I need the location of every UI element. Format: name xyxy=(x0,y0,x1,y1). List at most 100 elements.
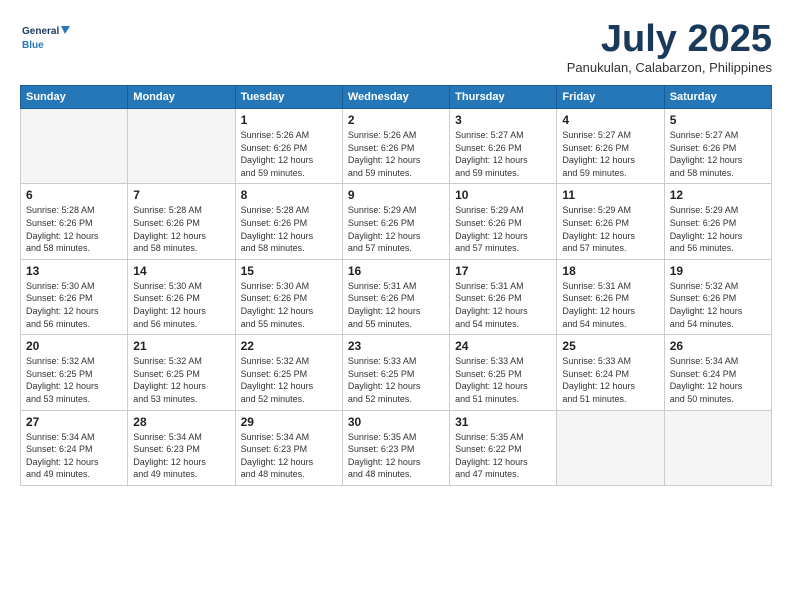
cell-info: Sunrise: 5:32 AM Sunset: 6:25 PM Dayligh… xyxy=(26,355,122,405)
calendar-week-3: 13 Sunrise: 5:30 AM Sunset: 6:26 PM Dayli… xyxy=(21,259,772,334)
cell-info: Sunrise: 5:32 AM Sunset: 6:25 PM Dayligh… xyxy=(241,355,337,405)
cell-info: Sunrise: 5:26 AM Sunset: 6:26 PM Dayligh… xyxy=(348,129,444,179)
calendar-cell: 13 Sunrise: 5:30 AM Sunset: 6:26 PM Dayli… xyxy=(21,259,128,334)
day-number: 24 xyxy=(455,339,551,353)
day-number: 19 xyxy=(670,264,766,278)
day-number: 7 xyxy=(133,188,229,202)
cell-info: Sunrise: 5:30 AM Sunset: 6:26 PM Dayligh… xyxy=(241,280,337,330)
cell-info: Sunrise: 5:30 AM Sunset: 6:26 PM Dayligh… xyxy=(26,280,122,330)
title-area: July 2025 Panukulan, Calabarzon, Philipp… xyxy=(567,20,772,75)
calendar-cell: 6 Sunrise: 5:28 AM Sunset: 6:26 PM Daylig… xyxy=(21,184,128,259)
cell-info: Sunrise: 5:27 AM Sunset: 6:26 PM Dayligh… xyxy=(670,129,766,179)
calendar-week-4: 20 Sunrise: 5:32 AM Sunset: 6:25 PM Dayli… xyxy=(21,335,772,410)
cell-info: Sunrise: 5:33 AM Sunset: 6:24 PM Dayligh… xyxy=(562,355,658,405)
day-number: 5 xyxy=(670,113,766,127)
calendar-cell: 8 Sunrise: 5:28 AM Sunset: 6:26 PM Daylig… xyxy=(235,184,342,259)
cell-info: Sunrise: 5:34 AM Sunset: 6:24 PM Dayligh… xyxy=(670,355,766,405)
cell-info: Sunrise: 5:32 AM Sunset: 6:25 PM Dayligh… xyxy=(133,355,229,405)
calendar-cell: 5 Sunrise: 5:27 AM Sunset: 6:26 PM Daylig… xyxy=(664,109,771,184)
calendar-cell: 3 Sunrise: 5:27 AM Sunset: 6:26 PM Daylig… xyxy=(450,109,557,184)
day-number: 10 xyxy=(455,188,551,202)
calendar-cell: 23Sunrise: 5:33 AM Sunset: 6:25 PM Dayli… xyxy=(342,335,449,410)
day-number: 2 xyxy=(348,113,444,127)
calendar-cell xyxy=(21,109,128,184)
cell-info: Sunrise: 5:30 AM Sunset: 6:26 PM Dayligh… xyxy=(133,280,229,330)
calendar-cell xyxy=(128,109,235,184)
calendar-cell: 31Sunrise: 5:35 AM Sunset: 6:22 PM Dayli… xyxy=(450,410,557,485)
calendar-week-1: 1Sunrise: 5:26 AM Sunset: 6:26 PM Daylig… xyxy=(21,109,772,184)
calendar-cell: 24Sunrise: 5:33 AM Sunset: 6:25 PM Dayli… xyxy=(450,335,557,410)
column-header-friday: Friday xyxy=(557,86,664,109)
day-number: 15 xyxy=(241,264,337,278)
calendar-week-5: 27Sunrise: 5:34 AM Sunset: 6:24 PM Dayli… xyxy=(21,410,772,485)
cell-info: Sunrise: 5:27 AM Sunset: 6:26 PM Dayligh… xyxy=(455,129,551,179)
cell-info: Sunrise: 5:28 AM Sunset: 6:26 PM Dayligh… xyxy=(241,204,337,254)
calendar-cell: 7 Sunrise: 5:28 AM Sunset: 6:26 PM Daylig… xyxy=(128,184,235,259)
day-number: 26 xyxy=(670,339,766,353)
column-header-saturday: Saturday xyxy=(664,86,771,109)
cell-info: Sunrise: 5:28 AM Sunset: 6:26 PM Dayligh… xyxy=(133,204,229,254)
calendar-cell: 28 Sunrise: 5:34 AM Sunset: 6:23 PM Dayli… xyxy=(128,410,235,485)
calendar-cell: 19 Sunrise: 5:32 AM Sunset: 6:26 PM Dayli… xyxy=(664,259,771,334)
cell-info: Sunrise: 5:28 AM Sunset: 6:26 PM Dayligh… xyxy=(26,204,122,254)
day-number: 30 xyxy=(348,415,444,429)
day-number: 22 xyxy=(241,339,337,353)
calendar-cell xyxy=(557,410,664,485)
day-number: 21 xyxy=(133,339,229,353)
logo: General Blue xyxy=(20,20,70,60)
day-number: 23 xyxy=(348,339,444,353)
calendar-cell: 18Sunrise: 5:31 AM Sunset: 6:26 PM Dayli… xyxy=(557,259,664,334)
day-number: 17 xyxy=(455,264,551,278)
day-number: 14 xyxy=(133,264,229,278)
day-number: 6 xyxy=(26,188,122,202)
cell-info: Sunrise: 5:31 AM Sunset: 6:26 PM Dayligh… xyxy=(562,280,658,330)
calendar-cell: 16 Sunrise: 5:31 AM Sunset: 6:26 PM Dayli… xyxy=(342,259,449,334)
calendar-cell: 25 Sunrise: 5:33 AM Sunset: 6:24 PM Dayli… xyxy=(557,335,664,410)
calendar-cell: 17 Sunrise: 5:31 AM Sunset: 6:26 PM Dayli… xyxy=(450,259,557,334)
calendar-cell: 21 Sunrise: 5:32 AM Sunset: 6:25 PM Dayli… xyxy=(128,335,235,410)
calendar-cell: 1Sunrise: 5:26 AM Sunset: 6:26 PM Daylig… xyxy=(235,109,342,184)
column-header-sunday: Sunday xyxy=(21,86,128,109)
calendar-cell: 14 Sunrise: 5:30 AM Sunset: 6:26 PM Dayli… xyxy=(128,259,235,334)
svg-text:Blue: Blue xyxy=(22,40,44,51)
cell-info: Sunrise: 5:34 AM Sunset: 6:23 PM Dayligh… xyxy=(241,431,337,481)
calendar-cell: 12Sunrise: 5:29 AM Sunset: 6:26 PM Dayli… xyxy=(664,184,771,259)
calendar-cell: 4 Sunrise: 5:27 AM Sunset: 6:26 PM Daylig… xyxy=(557,109,664,184)
cell-info: Sunrise: 5:27 AM Sunset: 6:26 PM Dayligh… xyxy=(562,129,658,179)
day-number: 8 xyxy=(241,188,337,202)
calendar-week-2: 6 Sunrise: 5:28 AM Sunset: 6:26 PM Daylig… xyxy=(21,184,772,259)
calendar-cell: 15 Sunrise: 5:30 AM Sunset: 6:26 PM Dayli… xyxy=(235,259,342,334)
day-number: 28 xyxy=(133,415,229,429)
calendar-table: SundayMondayTuesdayWednesdayThursdayFrid… xyxy=(20,85,772,486)
calendar-cell: 27Sunrise: 5:34 AM Sunset: 6:24 PM Dayli… xyxy=(21,410,128,485)
day-number: 25 xyxy=(562,339,658,353)
day-number: 29 xyxy=(241,415,337,429)
calendar-cell: 22 Sunrise: 5:32 AM Sunset: 6:25 PM Dayli… xyxy=(235,335,342,410)
day-number: 9 xyxy=(348,188,444,202)
calendar-cell xyxy=(664,410,771,485)
calendar-cell: 9 Sunrise: 5:29 AM Sunset: 6:26 PM Daylig… xyxy=(342,184,449,259)
month-title: July 2025 xyxy=(567,20,772,58)
svg-text:General: General xyxy=(22,26,59,37)
cell-info: Sunrise: 5:29 AM Sunset: 6:26 PM Dayligh… xyxy=(562,204,658,254)
cell-info: Sunrise: 5:34 AM Sunset: 6:23 PM Dayligh… xyxy=(133,431,229,481)
day-number: 13 xyxy=(26,264,122,278)
cell-info: Sunrise: 5:32 AM Sunset: 6:26 PM Dayligh… xyxy=(670,280,766,330)
day-number: 20 xyxy=(26,339,122,353)
cell-info: Sunrise: 5:29 AM Sunset: 6:26 PM Dayligh… xyxy=(348,204,444,254)
page-header: General Blue July 2025 Panukulan, Calaba… xyxy=(20,20,772,75)
calendar-cell: 26 Sunrise: 5:34 AM Sunset: 6:24 PM Dayli… xyxy=(664,335,771,410)
calendar-cell: 29 Sunrise: 5:34 AM Sunset: 6:23 PM Dayli… xyxy=(235,410,342,485)
day-number: 12 xyxy=(670,188,766,202)
logo-icon: General Blue xyxy=(20,20,70,60)
day-number: 31 xyxy=(455,415,551,429)
day-number: 3 xyxy=(455,113,551,127)
cell-info: Sunrise: 5:26 AM Sunset: 6:26 PM Dayligh… xyxy=(241,129,337,179)
cell-info: Sunrise: 5:29 AM Sunset: 6:26 PM Dayligh… xyxy=(455,204,551,254)
cell-info: Sunrise: 5:31 AM Sunset: 6:26 PM Dayligh… xyxy=(348,280,444,330)
cell-info: Sunrise: 5:31 AM Sunset: 6:26 PM Dayligh… xyxy=(455,280,551,330)
calendar-cell: 20 Sunrise: 5:32 AM Sunset: 6:25 PM Dayli… xyxy=(21,335,128,410)
day-number: 4 xyxy=(562,113,658,127)
day-number: 16 xyxy=(348,264,444,278)
cell-info: Sunrise: 5:35 AM Sunset: 6:23 PM Dayligh… xyxy=(348,431,444,481)
